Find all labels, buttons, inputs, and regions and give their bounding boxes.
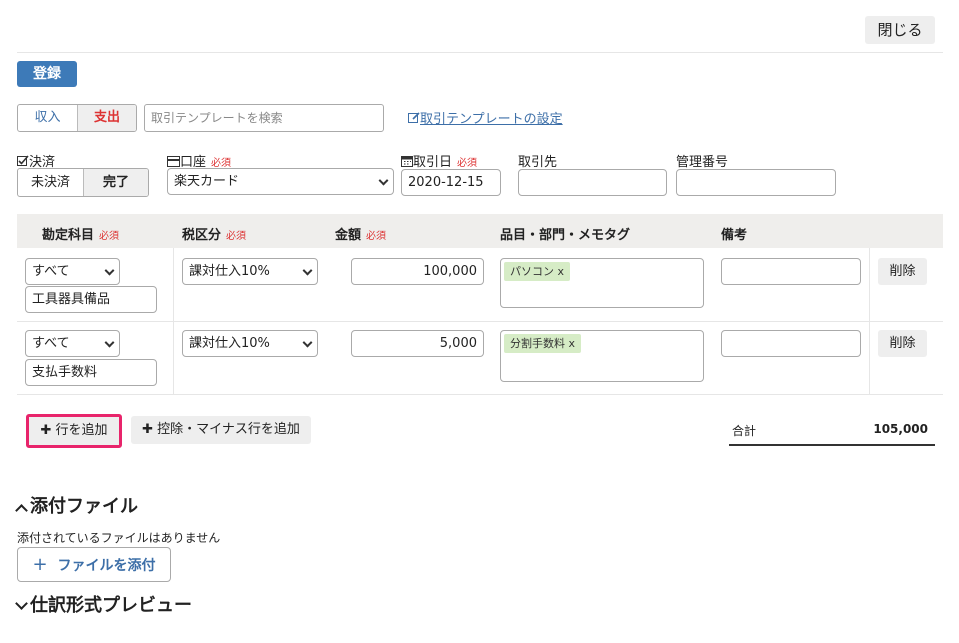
plus-icon: + bbox=[32, 554, 48, 575]
expense-toggle[interactable]: 支出 bbox=[76, 105, 136, 131]
tag-chip-label: パソコン bbox=[510, 265, 554, 278]
template-settings-label: 取引テンプレートの設定 bbox=[420, 112, 563, 127]
tag-field[interactable]: 分割手数料 x bbox=[500, 330, 704, 382]
header-tax-text: 税区分 bbox=[182, 228, 222, 243]
row-divider bbox=[17, 394, 943, 395]
tax-select[interactable]: 課対仕入10% bbox=[182, 330, 318, 357]
close-button[interactable]: 閉じる bbox=[865, 16, 935, 44]
register-button[interactable]: 登録 bbox=[17, 61, 77, 87]
tag-chip: 分割手数料 x bbox=[504, 334, 582, 353]
amount-input[interactable]: 100,000 bbox=[351, 258, 484, 285]
transaction-type-toggle: 収入 支出 bbox=[17, 104, 137, 132]
chevron-down-icon bbox=[302, 337, 313, 348]
column-divider bbox=[869, 248, 870, 394]
partner-label: 取引先 bbox=[518, 155, 558, 170]
template-search-input[interactable]: 取引テンプレートを検索 bbox=[144, 104, 384, 132]
plus-icon: ✚ bbox=[40, 423, 52, 438]
check-square-icon bbox=[17, 155, 29, 166]
add-deduction-row-button[interactable]: ✚ 控除・マイナス行を追加 bbox=[131, 416, 311, 444]
account-select-value: 楽天カード bbox=[174, 174, 240, 189]
plus-icon: ✚ bbox=[142, 422, 154, 437]
attach-file-button[interactable]: + ファイルを添付 bbox=[17, 547, 171, 582]
template-settings-link[interactable]: 取引テンプレートの設定 bbox=[408, 108, 563, 127]
date-label: 取引日 必須 bbox=[401, 151, 477, 170]
income-toggle[interactable]: 収入 bbox=[18, 105, 77, 131]
header-tax: 税区分 必須 bbox=[182, 224, 246, 243]
credit-card-icon bbox=[167, 156, 180, 167]
account-item-input[interactable]: 支払手数料 bbox=[25, 359, 157, 386]
memo-input[interactable] bbox=[721, 258, 861, 285]
delete-row-button[interactable]: 削除 bbox=[878, 330, 927, 357]
total-label: 合計 bbox=[732, 424, 757, 438]
required-badge: 必須 bbox=[99, 231, 120, 242]
tag-field[interactable]: パソコン x bbox=[500, 258, 704, 308]
column-divider bbox=[173, 248, 174, 394]
header-account-item: 勘定科目 必須 bbox=[42, 224, 119, 243]
calendar-icon bbox=[401, 156, 413, 167]
total-value: 105,000 bbox=[873, 422, 928, 436]
completed-toggle[interactable]: 完了 bbox=[83, 169, 148, 196]
tax-select-value: 課対仕入10% bbox=[189, 264, 270, 279]
management-number-input[interactable] bbox=[676, 169, 836, 196]
category-filter-value: すべて bbox=[32, 336, 70, 351]
chevron-down-icon bbox=[378, 175, 389, 186]
date-label-text: 取引日 bbox=[413, 155, 453, 170]
settlement-toggle: 未決済 完了 bbox=[17, 168, 149, 197]
category-filter-select[interactable]: すべて bbox=[25, 258, 120, 285]
attachments-empty-text: 添付されているファイルはありません bbox=[17, 531, 221, 545]
category-filter-value: すべて bbox=[32, 264, 70, 279]
tax-select[interactable]: 課対仕入10% bbox=[182, 258, 318, 285]
edit-icon bbox=[408, 112, 420, 123]
memo-input[interactable] bbox=[721, 330, 861, 357]
chevron-down-icon bbox=[104, 265, 115, 276]
partner-input[interactable] bbox=[518, 169, 667, 196]
journal-preview-section-toggle[interactable]: 仕訳形式プレビュー bbox=[15, 591, 192, 617]
add-deduction-label: 控除・マイナス行を追加 bbox=[157, 422, 300, 437]
tag-remove-icon[interactable]: x bbox=[558, 265, 565, 278]
chevron-down-icon bbox=[302, 265, 313, 276]
required-badge: 必須 bbox=[366, 231, 387, 242]
account-item-input[interactable]: 工具器具備品 bbox=[25, 286, 157, 313]
tag-remove-icon[interactable]: x bbox=[569, 337, 576, 350]
date-input[interactable]: 2020-12-15 bbox=[401, 169, 501, 196]
header-tags: 品目・部門・メモタグ bbox=[500, 228, 631, 243]
total-underline bbox=[729, 444, 935, 446]
divider bbox=[17, 52, 943, 53]
required-badge: 必須 bbox=[457, 158, 478, 169]
table-header bbox=[17, 214, 943, 248]
chevron-down-icon bbox=[15, 597, 28, 610]
chevron-up-icon bbox=[15, 504, 28, 517]
add-row-label: 行を追加 bbox=[55, 423, 108, 438]
add-row-button[interactable]: ✚ 行を追加 bbox=[26, 414, 122, 448]
header-memo: 備考 bbox=[721, 228, 748, 243]
tag-chip: パソコン x bbox=[504, 262, 571, 281]
header-amount: 金額 必須 bbox=[335, 224, 386, 243]
delete-row-button[interactable]: 削除 bbox=[878, 258, 927, 285]
attachments-title: 添付ファイル bbox=[30, 496, 138, 517]
journal-preview-title: 仕訳形式プレビュー bbox=[30, 595, 192, 616]
category-filter-select[interactable]: すべて bbox=[25, 330, 120, 357]
tag-chip-label: 分割手数料 bbox=[510, 337, 565, 350]
attach-file-label: ファイルを添付 bbox=[57, 558, 156, 574]
account-select[interactable]: 楽天カード bbox=[167, 168, 394, 195]
header-account-item-text: 勘定科目 bbox=[42, 228, 95, 243]
management-number-label: 管理番号 bbox=[676, 155, 729, 170]
required-badge: 必須 bbox=[226, 231, 247, 242]
header-amount-text: 金額 bbox=[335, 228, 362, 243]
chevron-down-icon bbox=[104, 337, 115, 348]
unsettled-toggle[interactable]: 未決済 bbox=[18, 169, 83, 196]
row-divider bbox=[17, 321, 943, 322]
amount-input[interactable]: 5,000 bbox=[351, 330, 484, 357]
attachments-section-toggle[interactable]: 添付ファイル bbox=[15, 492, 138, 518]
tax-select-value: 課対仕入10% bbox=[189, 336, 270, 351]
